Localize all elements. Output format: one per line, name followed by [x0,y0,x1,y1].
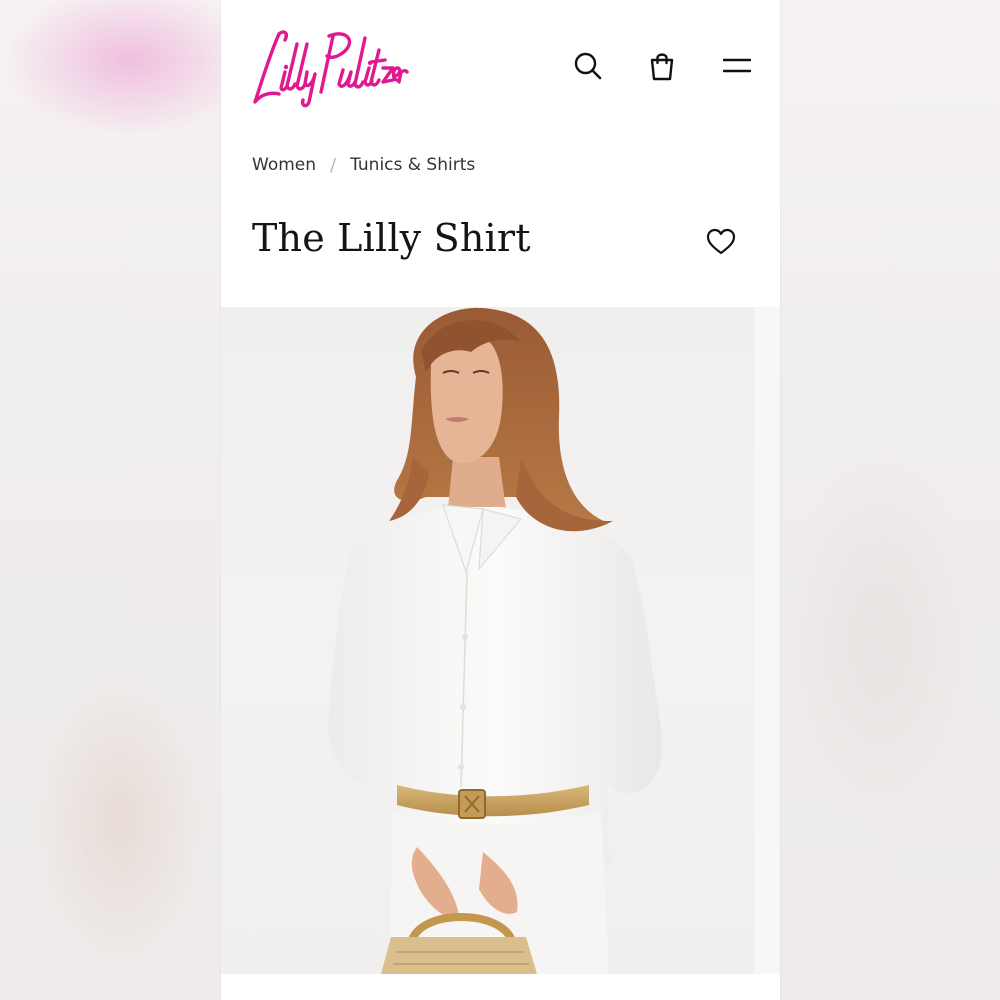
breadcrumb-item-women[interactable]: Women [252,155,316,175]
menu-button[interactable] [717,46,757,86]
lilly-pulitzer-logo [253,30,409,108]
product-title: The Lilly Shirt [252,216,531,260]
heart-icon [706,228,736,255]
breadcrumb: Women / Tunics & Shirts [252,152,475,178]
shopping-bag-icon [650,53,674,81]
product-image[interactable] [221,307,780,974]
product-page: Women / Tunics & Shirts The Lilly Shirt [221,0,780,1000]
search-button[interactable] [568,46,608,86]
search-icon [574,52,602,80]
menu-icon [723,58,751,73]
wishlist-button[interactable] [701,222,741,262]
breadcrumb-separator: / [330,154,337,176]
product-photo-model [328,307,780,974]
site-header [221,0,780,130]
breadcrumb-item-tunics-shirts[interactable]: Tunics & Shirts [350,155,475,175]
brand-logo[interactable] [249,22,409,108]
shopping-bag-button[interactable] [642,46,682,86]
